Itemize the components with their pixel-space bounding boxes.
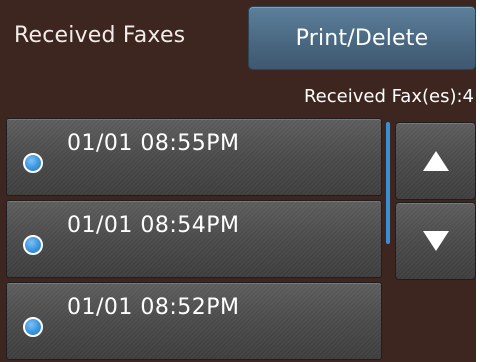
scrollbar[interactable] xyxy=(386,122,390,244)
fax-list-item[interactable]: 01/01 08:54PM xyxy=(6,200,382,278)
received-count: Received Fax(es):4 xyxy=(303,86,474,107)
fax-list-item[interactable]: 01/01 08:55PM xyxy=(6,118,382,196)
received-faxes-title: Received Faxes xyxy=(0,4,244,66)
print-delete-label: Print/Delete xyxy=(295,25,429,51)
fax-list: 01/01 08:55PM 01/01 08:54PM 01/01 08:52P… xyxy=(6,118,384,362)
fax-list-item[interactable]: 01/01 08:52PM xyxy=(6,282,382,360)
arrow-down-icon xyxy=(422,231,449,251)
arrow-up-icon xyxy=(422,151,449,171)
blue-dot-icon xyxy=(23,153,43,173)
fax-timestamp: 01/01 08:52PM xyxy=(67,295,240,320)
blue-dot-icon xyxy=(23,317,43,337)
blue-dot-icon xyxy=(23,235,43,255)
fax-timestamp: 01/01 08:54PM xyxy=(67,213,240,238)
scroll-down-button[interactable] xyxy=(395,202,476,280)
received-faxes-label: Received Faxes xyxy=(14,22,186,48)
fax-screen: Received Faxes Print/Delete Received Fax… xyxy=(0,0,476,362)
fax-timestamp: 01/01 08:55PM xyxy=(67,131,240,156)
scroll-up-button[interactable] xyxy=(395,122,476,200)
print-delete-button[interactable]: Print/Delete xyxy=(248,6,476,70)
